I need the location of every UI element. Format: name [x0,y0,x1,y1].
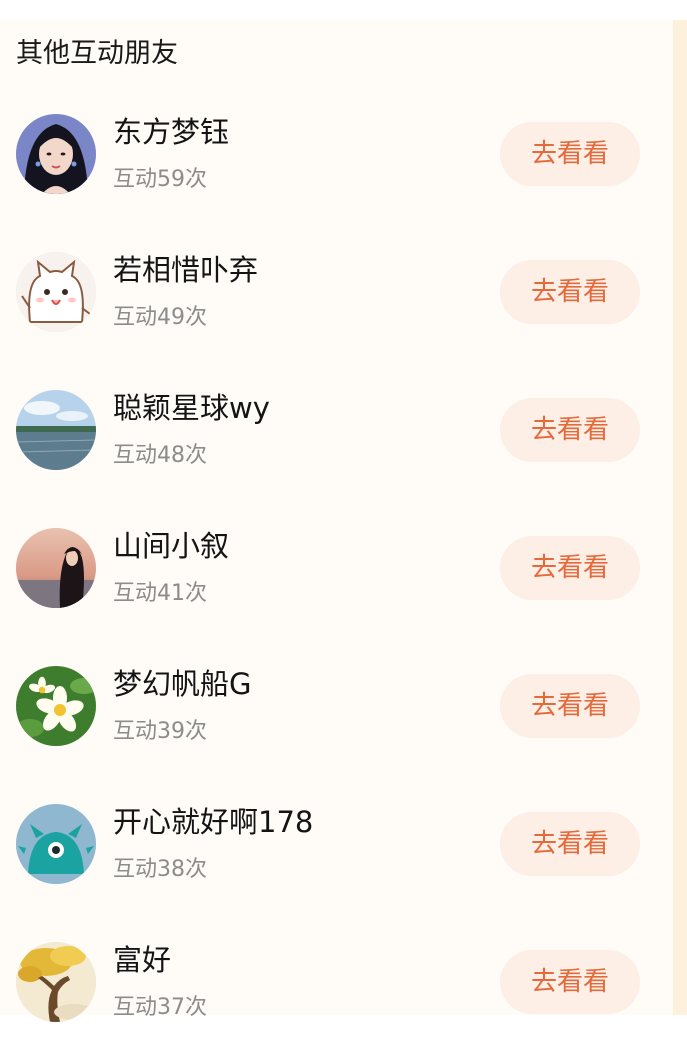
friend-name: 若相惜卟弃 [113,253,259,287]
view-button[interactable]: 去看看 [500,398,640,462]
friend-row[interactable]: 山间小叙 互动41次 去看看 [0,500,673,638]
section-title: 其他互动朋友 [16,38,178,69]
cartoon-cat-avatar-image [16,252,96,332]
interaction-count: 互动48次 [113,443,207,468]
avatar[interactable] [16,528,96,608]
friend-row[interactable]: 聪颖星球wy 互动48次 去看看 [0,362,673,500]
friend-row[interactable]: 梦幻帆船G 互动39次 去看看 [0,638,673,776]
interaction-count: 互动49次 [113,305,207,330]
avatar[interactable] [16,942,96,1022]
friend-row[interactable]: 富好 互动37次 去看看 [0,914,673,1052]
teal-monster-avatar-image [16,804,96,884]
interaction-count: 互动39次 [113,719,207,744]
friend-name: 梦幻帆船G [113,667,252,701]
avatar[interactable] [16,252,96,332]
friend-name: 聪颖星球wy [113,391,270,425]
friend-row[interactable]: 开心就好啊178 互动38次 去看看 [0,776,673,914]
interaction-count: 互动37次 [113,995,207,1020]
woman-portrait-avatar-image [16,114,96,194]
view-button[interactable]: 去看看 [500,674,640,738]
view-button[interactable]: 去看看 [500,122,640,186]
view-button[interactable]: 去看看 [500,950,640,1014]
golden-tree-avatar-image [16,942,96,1022]
view-button[interactable]: 去看看 [500,536,640,600]
sunset-girl-avatar-image [16,528,96,608]
friend-row[interactable]: 东方梦钰 互动59次 去看看 [0,86,673,224]
friend-name: 开心就好啊178 [113,805,314,839]
friends-panel: 其他互动朋友 东方梦钰 互动59次 去看看 若相惜卟弃 互动49次 去看看 聪颖… [0,20,673,1022]
interaction-count: 互动41次 [113,581,207,606]
friend-name: 山间小叙 [113,529,230,563]
avatar[interactable] [16,666,96,746]
friend-name: 东方梦钰 [113,115,230,149]
friend-name: 富好 [113,943,172,977]
avatar[interactable] [16,390,96,470]
avatar[interactable] [16,114,96,194]
friend-list: 东方梦钰 互动59次 去看看 若相惜卟弃 互动49次 去看看 聪颖星球wy 互动… [0,86,673,1052]
interaction-count: 互动59次 [113,167,207,192]
frangipani-flower-avatar-image [16,666,96,746]
friend-row[interactable]: 若相惜卟弃 互动49次 去看看 [0,224,673,362]
edge-strip [673,20,687,1015]
avatar[interactable] [16,804,96,884]
interaction-count: 互动38次 [113,857,207,882]
lake-landscape-avatar-image [16,390,96,470]
view-button[interactable]: 去看看 [500,812,640,876]
view-button[interactable]: 去看看 [500,260,640,324]
